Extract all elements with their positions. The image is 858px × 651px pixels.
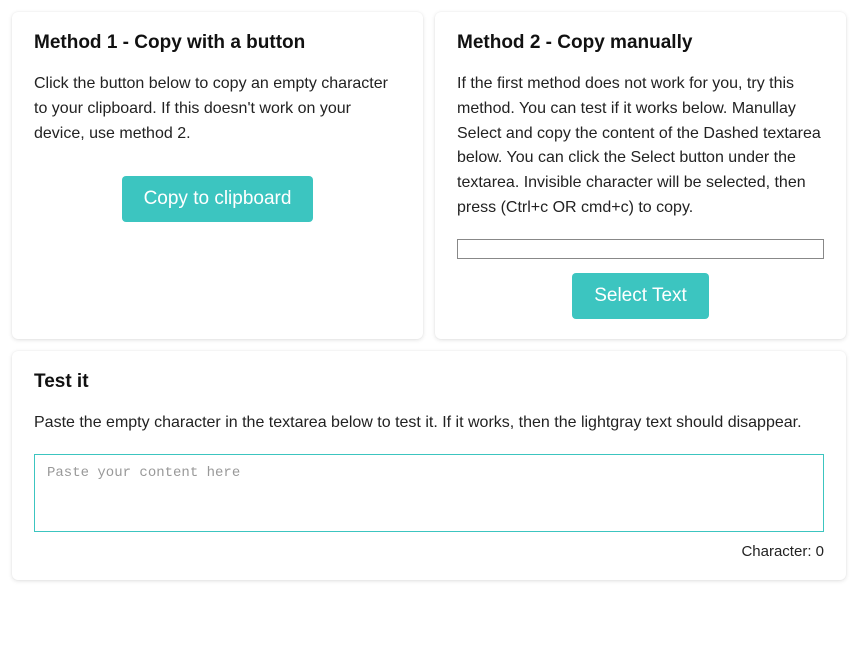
invisible-char-input[interactable] <box>457 239 824 259</box>
method1-title: Method 1 - Copy with a button <box>34 32 401 54</box>
method1-description: Click the button below to copy an empty … <box>34 72 401 146</box>
character-counter: Character: 0 <box>34 543 824 560</box>
method2-card: Method 2 - Copy manually If the first me… <box>435 12 846 339</box>
method2-title: Method 2 - Copy manually <box>457 32 824 54</box>
test-title: Test it <box>34 371 824 393</box>
method2-description: If the first method does not work for yo… <box>457 72 824 221</box>
character-counter-label: Character: <box>741 543 811 560</box>
test-card: Test it Paste the empty character in the… <box>12 351 846 580</box>
select-text-button[interactable]: Select Text <box>572 273 709 319</box>
test-description: Paste the empty character in the textare… <box>34 411 824 436</box>
method1-card: Method 1 - Copy with a button Click the … <box>12 12 423 339</box>
copy-to-clipboard-button[interactable]: Copy to clipboard <box>122 176 314 222</box>
test-textarea[interactable] <box>34 454 824 532</box>
character-counter-value: 0 <box>816 543 824 560</box>
